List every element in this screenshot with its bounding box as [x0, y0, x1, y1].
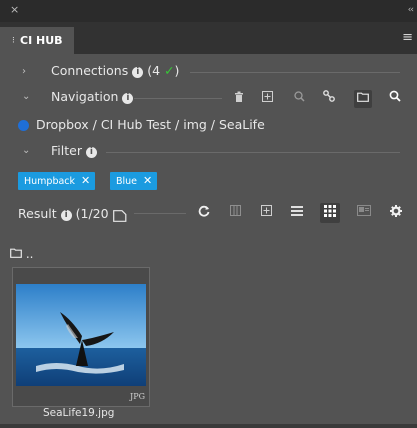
window-title-bar: × ‹‹ [0, 0, 417, 22]
navigation-section[interactable]: ⌄ Navigation i [0, 84, 417, 112]
connections-header: Connections i (4 ✓) [51, 63, 179, 78]
file-name: SeaLife19.jpg [43, 407, 115, 419]
tag-label: Blue [116, 176, 138, 187]
info-icon[interactable]: i [122, 93, 134, 104]
info-icon[interactable]: i [85, 147, 97, 158]
grid-view-icon[interactable] [320, 203, 340, 223]
info-icon[interactable]: i [60, 210, 72, 221]
panel-bottom-edge [0, 424, 417, 428]
result-label: Result [18, 206, 57, 221]
parent-folder-label: .. [25, 247, 34, 261]
divider [134, 213, 186, 214]
chevron-down-icon[interactable]: ⌄ [22, 145, 30, 156]
result-count: (1/20 [75, 206, 109, 221]
divider [134, 98, 222, 99]
connections-label: Connections [51, 63, 129, 78]
dropbox-icon [18, 120, 29, 131]
filter-label: Filter [51, 143, 82, 158]
navigation-header: Navigation i [51, 89, 134, 104]
file-card[interactable]: JPG [12, 267, 150, 407]
result-header: Result i (1/20 [18, 206, 109, 221]
divider [190, 72, 400, 73]
chevron-down-icon[interactable]: ⌄ [22, 91, 30, 102]
close-paren: ) [174, 63, 180, 78]
tag-label: Humpback [24, 176, 76, 187]
add-icon[interactable] [258, 90, 276, 108]
add-icon[interactable] [258, 205, 274, 221]
panel-menu-icon[interactable]: ≡ [402, 30, 413, 45]
filter-header: Filter i [51, 143, 97, 158]
refresh-icon[interactable] [196, 205, 212, 221]
trash-icon[interactable] [230, 90, 248, 108]
filter-section[interactable]: ⌄ Filter i [0, 138, 417, 166]
parent-folder[interactable]: .. [10, 247, 33, 261]
connections-count: (4 [147, 63, 161, 78]
breadcrumb[interactable]: Dropbox / CI Hub Test / img / SeaLife [36, 117, 265, 132]
tab-ci-hub[interactable]: ⁝ CI HUB [0, 27, 74, 54]
connections-section[interactable]: › Connections i (4 ✓) [0, 58, 417, 86]
remove-tag-icon[interactable]: ✕ [143, 174, 152, 187]
file-type-badge: JPG [130, 392, 145, 401]
page-icon[interactable] [113, 207, 127, 226]
folder-icon[interactable] [354, 90, 372, 108]
link-icon[interactable] [320, 90, 338, 108]
whale-tail-thumbnail [16, 284, 146, 386]
settings-icon[interactable] [388, 205, 404, 221]
search-icon[interactable] [386, 90, 404, 108]
divider [106, 152, 400, 153]
thumbnail-icon[interactable] [356, 205, 372, 221]
chevron-right-icon[interactable]: › [22, 66, 26, 77]
navigation-label: Navigation [51, 89, 119, 104]
remove-tag-icon[interactable]: ✕ [81, 174, 90, 187]
grip-icon: ⁝ [12, 36, 15, 46]
info-icon[interactable]: i [132, 67, 144, 78]
filter-tags: Humpback ✕ Blue ✕ [0, 172, 417, 192]
columns-icon[interactable] [227, 205, 243, 221]
zoom-icon[interactable] [290, 90, 308, 108]
check-icon: ✓ [164, 63, 175, 78]
panel-tab-bar: ⁝ CI HUB ≡ [0, 22, 417, 54]
folder-icon [10, 248, 22, 258]
close-icon[interactable]: × [10, 3, 19, 16]
list-view-icon[interactable] [289, 205, 305, 221]
collapse-panel-icon[interactable]: ‹‹ [408, 5, 414, 15]
filter-tag-humpback[interactable]: Humpback ✕ [18, 172, 96, 190]
filter-tag-blue[interactable]: Blue ✕ [110, 172, 158, 190]
tab-label: CI HUB [20, 34, 63, 47]
